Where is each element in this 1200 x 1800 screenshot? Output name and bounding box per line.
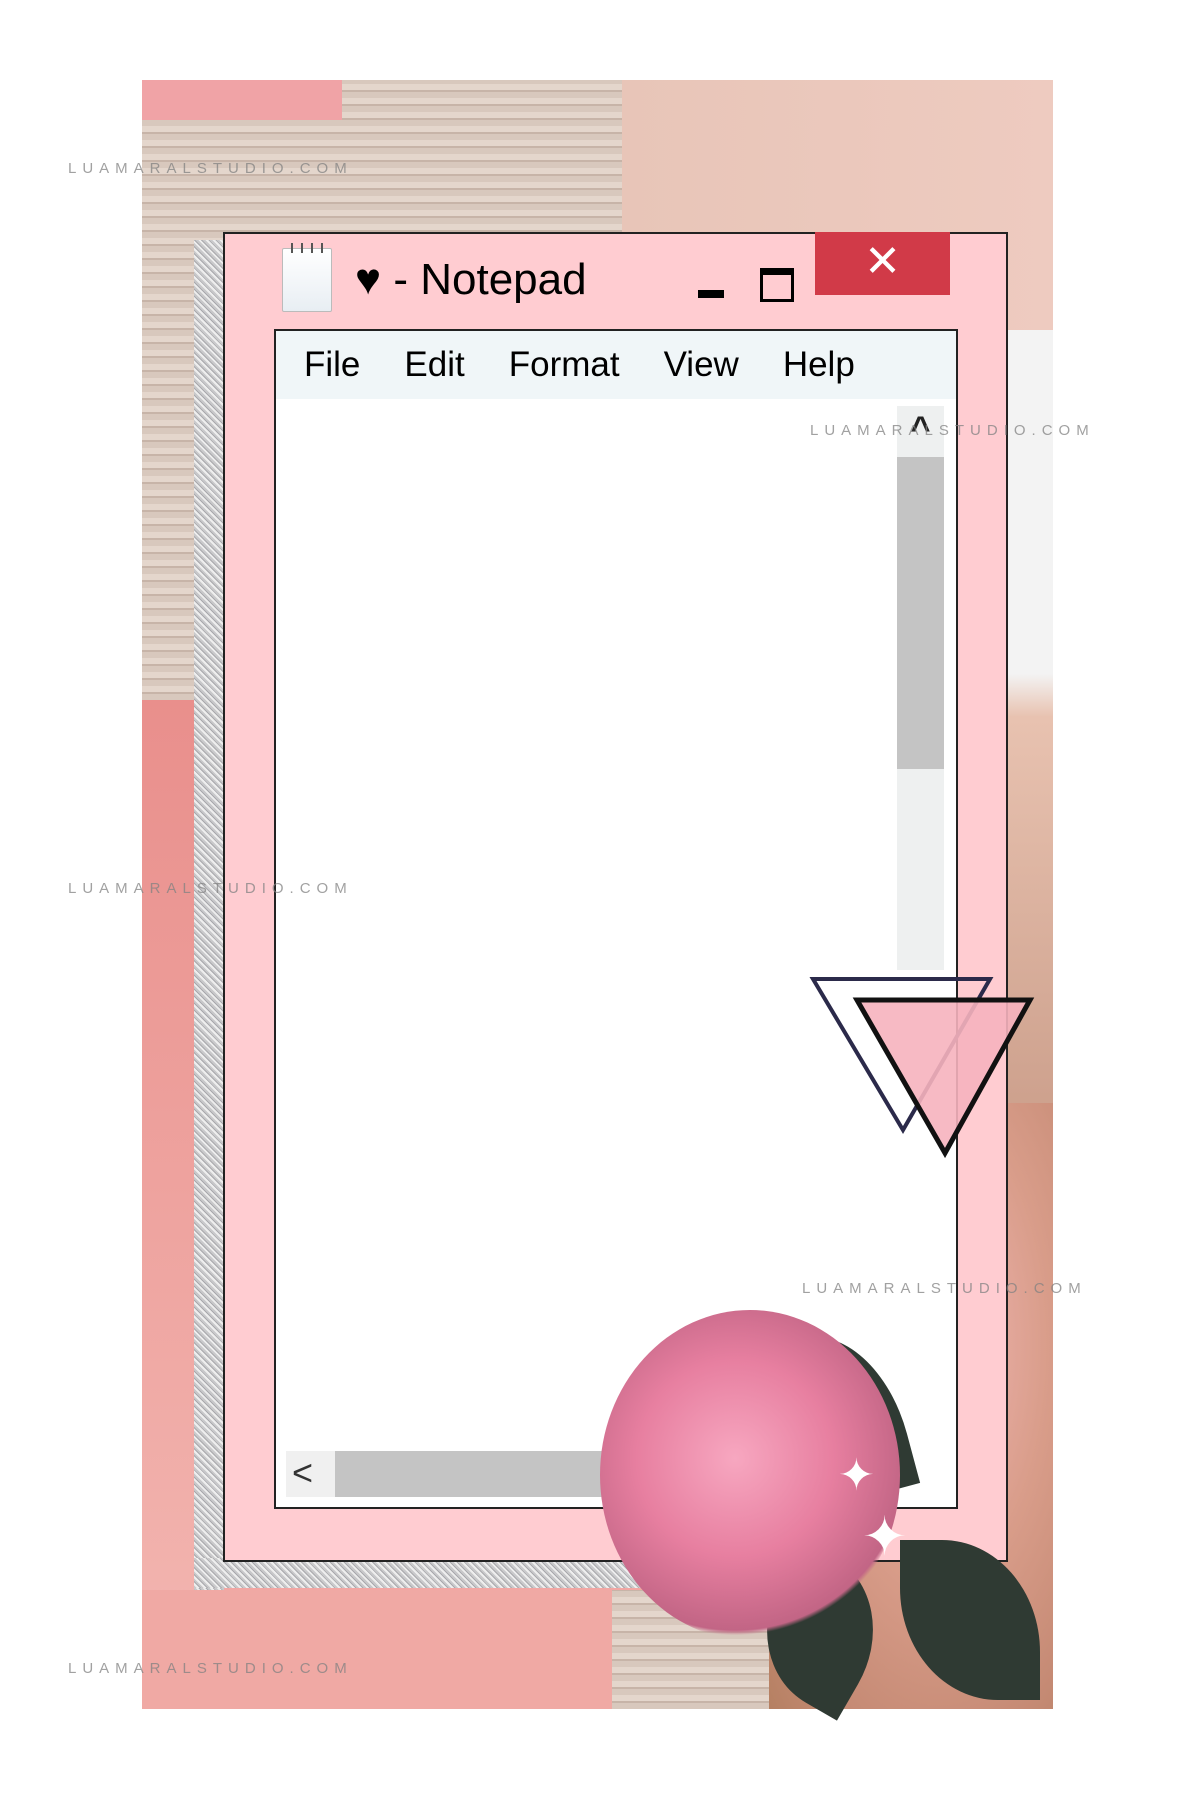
triangle-pink bbox=[852, 997, 1035, 1159]
close-button[interactable]: ✕ bbox=[815, 232, 950, 295]
menu-file[interactable]: File bbox=[304, 345, 360, 385]
watermark: LUAMARALSTUDIO.COM bbox=[802, 1280, 1087, 1297]
glitter-border bbox=[194, 240, 224, 1660]
love-clipping bbox=[142, 1590, 622, 1709]
watermark: LUAMARALSTUDIO.COM bbox=[68, 880, 353, 897]
text-editor-area[interactable] bbox=[274, 399, 958, 1509]
watermark: LUAMARALSTUDIO.COM bbox=[810, 422, 1095, 439]
pink-strip bbox=[142, 700, 202, 1600]
menu-view[interactable]: View bbox=[664, 345, 739, 385]
pink-paint bbox=[142, 80, 342, 120]
sparkle-icon: ✦ bbox=[838, 1451, 875, 1500]
vertical-scroll-thumb[interactable] bbox=[897, 457, 944, 769]
scroll-left-icon[interactable]: < bbox=[292, 1452, 313, 1494]
sparkle-icon: ✦ bbox=[862, 1507, 908, 1567]
menu-bar: File Edit Format View Help bbox=[274, 329, 958, 401]
minimize-button[interactable] bbox=[698, 270, 726, 298]
watermark: LUAMARALSTUDIO.COM bbox=[68, 1660, 353, 1677]
maximize-button[interactable] bbox=[760, 268, 794, 302]
triangles-decoration bbox=[809, 977, 1035, 1159]
menu-edit[interactable]: Edit bbox=[404, 345, 464, 385]
menu-format[interactable]: Format bbox=[509, 345, 620, 385]
watermark: LUAMARALSTUDIO.COM bbox=[68, 160, 353, 177]
menu-help[interactable]: Help bbox=[783, 345, 855, 385]
notepad-icon bbox=[282, 243, 332, 312]
window-title: ♥ - Notepad bbox=[355, 255, 587, 304]
